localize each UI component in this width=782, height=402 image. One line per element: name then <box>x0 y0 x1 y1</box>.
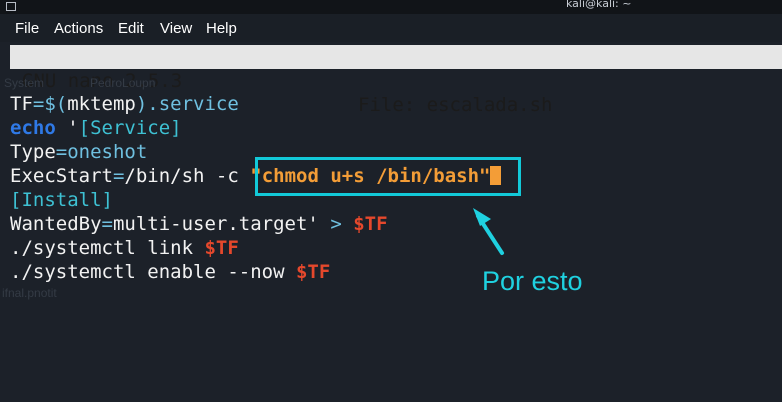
annotation-arrow-icon <box>473 208 504 255</box>
annotation-label: Por esto <box>482 266 583 296</box>
